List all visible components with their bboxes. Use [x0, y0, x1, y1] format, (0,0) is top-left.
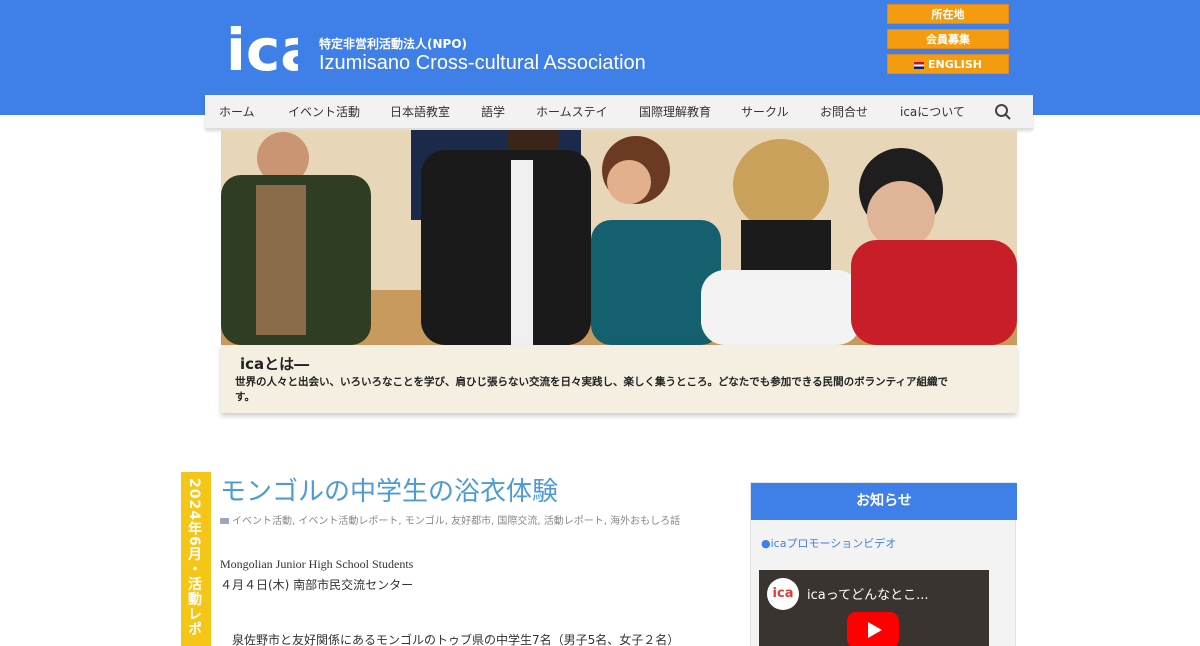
english-label: ENGLISH: [928, 58, 982, 71]
uk-flag-icon: [914, 61, 924, 69]
post-body: 泉佐野市と友好関係にあるモンゴルのトゥブ県の中学生7名（男子5名、女子２名）: [232, 633, 680, 646]
org-name: Izumisano Cross-cultural Association: [319, 52, 646, 74]
post-categories-text[interactable]: イベント活動, イベント活動レポート, モンゴル, 友好都市, 国際交流, 活動…: [232, 516, 680, 527]
english-button[interactable]: ENGLISH: [887, 54, 1009, 74]
play-icon[interactable]: [847, 612, 899, 646]
nav-languages[interactable]: 語学: [481, 95, 505, 129]
post-date-tag-text: 2024年6月・活動レポ: [186, 478, 202, 637]
video-embed[interactable]: ica icaってどんなとこ...: [759, 570, 989, 646]
intro-box: icaとは― 世界の人々と出会い、いろいろなことを学び、肩ひじ張らない交流を日々…: [221, 345, 1017, 413]
search-icon[interactable]: [994, 103, 1012, 121]
location-button[interactable]: 所在地: [887, 4, 1009, 24]
channel-logo: ica: [767, 578, 799, 610]
nav-home[interactable]: ホーム: [219, 95, 255, 129]
org-subtitle: 特定非営利活動法人(NPO): [319, 37, 468, 51]
ica-logo[interactable]: ica: [226, 10, 298, 80]
hero-photo: [221, 130, 1017, 345]
post-categories: イベント活動, イベント活動レポート, モンゴル, 友好都市, 国際交流, 活動…: [220, 514, 700, 529]
promo-video-link[interactable]: ●icaプロモーションビデオ: [761, 535, 896, 551]
video-title[interactable]: icaってどんなとこ...: [807, 584, 928, 603]
main-nav: ホーム イベント活動 日本語教室 語学 ホームステイ 国際理解教育 サークル お…: [205, 95, 1033, 129]
nav-homestay[interactable]: ホームステイ: [536, 95, 608, 129]
nav-circles[interactable]: サークル: [741, 95, 789, 129]
folder-icon: [220, 518, 229, 524]
hero-photo-illustration: [221, 130, 1017, 345]
nav-international-education[interactable]: 国際理解教育: [639, 95, 711, 129]
post-title[interactable]: モンゴルの中学生の浴衣体験: [220, 471, 558, 508]
nav-events[interactable]: イベント活動: [288, 95, 360, 129]
post-date-line: ４月４日(木) 南部市民交流センター: [220, 578, 414, 592]
intro-title: icaとは―: [240, 355, 310, 373]
svg-text:ica: ica: [226, 16, 298, 80]
news-heading: お知らせ: [751, 483, 1017, 520]
intro-text: 世界の人々と出会い、いろいろなことを学び、肩ひじ張らない交流を日々実践し、楽しく…: [235, 376, 948, 403]
post-subtitle-en: Mongolian Junior High School Students: [220, 557, 414, 571]
nav-contact[interactable]: お問合せ: [820, 95, 868, 129]
member-recruit-button[interactable]: 会員募集: [887, 29, 1009, 49]
news-sidebar: お知らせ ●icaプロモーションビデオ ica icaってどんなとこ...: [750, 482, 1017, 646]
nav-about[interactable]: icaについて: [900, 95, 965, 129]
nav-japanese-class[interactable]: 日本語教室: [390, 95, 450, 129]
post-date-tag: 2024年6月・活動レポ: [181, 472, 211, 646]
